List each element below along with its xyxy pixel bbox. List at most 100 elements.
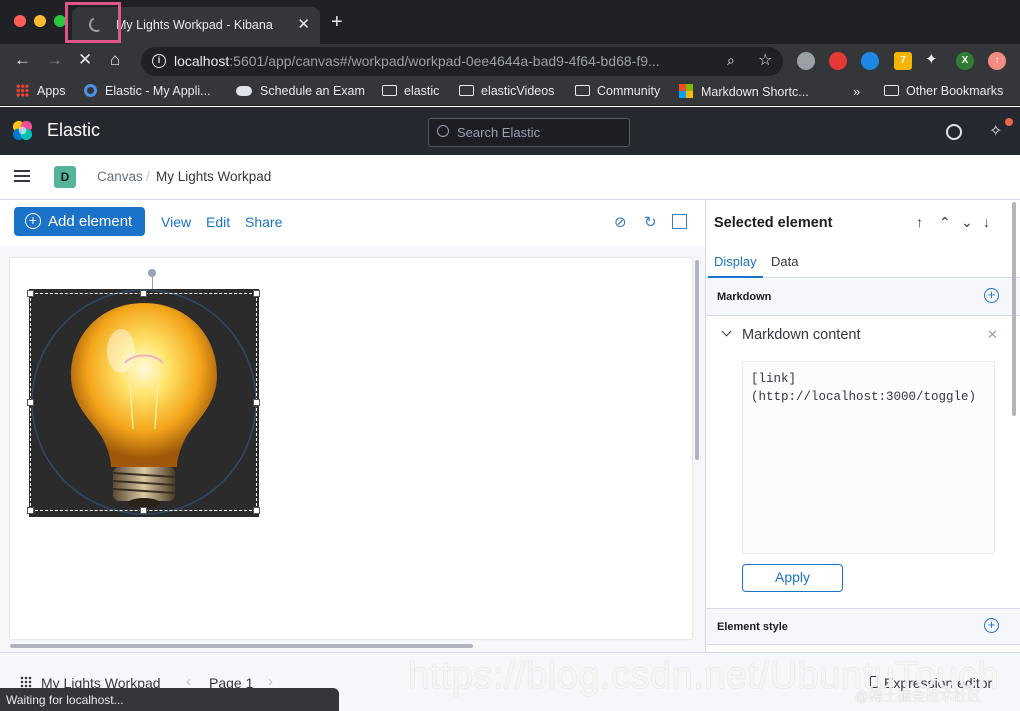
back-icon[interactable]: ← <box>14 50 31 70</box>
new-tab-button[interactable]: + <box>331 12 343 32</box>
close-window-button[interactable] <box>14 15 26 27</box>
breadcrumb-canvas[interactable]: Canvas <box>97 169 143 184</box>
plus-circle-icon: + <box>25 213 41 229</box>
markdown-content-textarea[interactable]: [link] (http://localhost:3000/toggle) <box>742 361 995 554</box>
hide-editing-controls-icon[interactable]: ⊘ <box>614 213 627 231</box>
resize-handle[interactable] <box>253 399 260 406</box>
refresh-icon[interactable]: ↻ <box>644 213 657 231</box>
bookmark-community-folder[interactable]: Community <box>575 84 660 98</box>
markdown-section-header: Markdown + <box>706 279 1020 316</box>
workpad-area <box>0 246 705 652</box>
folder-icon <box>575 85 590 96</box>
kibana-header: Elastic Search Elastic ✧ <box>0 107 1020 155</box>
sidebar-title: Selected element <box>714 215 833 231</box>
add-element-button[interactable]: + Add element <box>14 207 145 236</box>
brand-name[interactable]: Elastic <box>47 120 100 141</box>
element-style-label: Element style <box>717 621 788 633</box>
add-argument-icon[interactable]: + <box>984 288 999 303</box>
tab-display[interactable]: Display <box>708 254 763 278</box>
folder-icon <box>884 85 899 96</box>
breadcrumb-current: My Lights Workpad <box>156 169 272 184</box>
elastic-logo-icon[interactable] <box>11 119 34 142</box>
stop-loading-icon[interactable]: ✕ <box>78 50 92 70</box>
horizontal-scrollbar[interactable] <box>10 644 473 648</box>
send-to-back-icon[interactable]: ↓ <box>983 214 990 230</box>
resize-handle[interactable] <box>253 290 260 297</box>
newsfeed-icon[interactable]: ✧ <box>989 121 1002 141</box>
tab-title: My Lights Workpad - Kibana <box>116 18 273 32</box>
sidebar-tabs: Display Data <box>706 246 1020 278</box>
send-backward-icon[interactable]: ⌄ <box>961 214 973 231</box>
resize-handle[interactable] <box>27 399 34 406</box>
elastic-icon <box>84 84 97 97</box>
resize-handle[interactable] <box>140 507 147 514</box>
tab-data[interactable]: Data <box>771 254 798 269</box>
home-icon[interactable]: ⌂ <box>110 50 120 70</box>
profile-avatar[interactable]: X <box>956 52 974 70</box>
resize-handle[interactable] <box>27 290 34 297</box>
view-menu[interactable]: View <box>161 214 191 230</box>
bookmark-elastic-app[interactable]: Elastic - My Appli... <box>84 84 211 98</box>
breadcrumb-separator: / <box>146 168 150 184</box>
rotation-handle[interactable] <box>148 269 156 277</box>
menu-icon[interactable] <box>14 170 30 182</box>
apps-grid-icon <box>16 84 29 97</box>
bring-to-front-icon[interactable]: ↑ <box>916 214 923 230</box>
space-avatar[interactable]: D <box>54 166 76 188</box>
help-icon[interactable] <box>946 124 962 140</box>
bookmark-other[interactable]: Other Bookmarks <box>884 84 1003 98</box>
markdown-element[interactable] <box>27 289 260 517</box>
bookmark-star-icon[interactable]: ☆ <box>758 50 772 70</box>
workpad-page[interactable] <box>10 258 692 639</box>
chevron-down-icon[interactable] <box>721 326 732 337</box>
extension-record-icon[interactable] <box>797 52 815 70</box>
extension-hand-icon[interactable] <box>829 52 847 70</box>
extensions-puzzle-icon[interactable]: ✦ <box>925 50 938 68</box>
bookmarks-bar: Apps Elastic - My Appli... Schedule an E… <box>0 78 1020 106</box>
address-bar[interactable]: i localhost:5601/app/canvas#/workpad/wor… <box>141 47 783 76</box>
fullscreen-icon[interactable] <box>672 214 687 229</box>
search-icon <box>437 125 449 137</box>
resize-handle[interactable] <box>253 507 260 514</box>
folder-icon <box>382 85 397 96</box>
markdown-content-title: Markdown content <box>742 327 861 343</box>
markdown-section-label: Markdown <box>717 291 772 303</box>
tab-close-icon[interactable]: ✕ <box>297 15 310 33</box>
site-info-icon[interactable]: i <box>152 54 166 68</box>
apply-button[interactable]: Apply <box>742 564 843 592</box>
browser-titlebar: My Lights Workpad - Kibana ✕ + <box>0 0 1020 44</box>
update-icon[interactable]: ↑ <box>988 52 1006 70</box>
bookmark-schedule-exam[interactable]: Schedule an Exam <box>236 84 365 98</box>
add-style-icon[interactable]: + <box>984 618 999 633</box>
bring-forward-icon[interactable]: ⌃ <box>939 214 951 231</box>
url-text[interactable]: localhost:5601/app/canvas#/workpad/workp… <box>174 53 714 69</box>
bookmark-elasticvideos-folder[interactable]: elasticVideos <box>459 84 554 98</box>
forward-icon[interactable]: → <box>46 50 63 70</box>
search-input[interactable]: Search Elastic <box>428 118 630 147</box>
bookmark-apps[interactable]: Apps <box>16 84 66 98</box>
extension-g-icon[interactable] <box>861 52 879 70</box>
breadcrumb-bar: D Canvas / My Lights Workpad <box>0 155 1020 200</box>
resize-handle[interactable] <box>27 507 34 514</box>
extension-badge-icon[interactable]: 7 <box>894 52 912 70</box>
bookmarks-overflow-icon[interactable]: » <box>853 84 860 99</box>
remove-argument-icon[interactable]: ✕ <box>987 327 998 343</box>
bookmark-markdown[interactable]: Markdown Shortc... <box>679 84 809 99</box>
search-placeholder: Search Elastic <box>457 125 541 140</box>
minimize-window-button[interactable] <box>34 15 46 27</box>
zoom-icon[interactable]: ⌕ <box>727 52 735 69</box>
edit-menu[interactable]: Edit <box>206 214 230 230</box>
selected-element-sidebar: Selected element ↑ ⌃ ⌄ ↓ Display Data Ma… <box>705 200 1020 652</box>
watermark-credit: @稀土掘金技术社区 <box>855 688 982 704</box>
page-manager-icon[interactable] <box>20 676 32 688</box>
cloud-icon <box>236 86 252 96</box>
sidebar-scrollbar[interactable] <box>1012 202 1016 416</box>
annotation-highlight-box <box>65 2 121 43</box>
element-style-section-header: Element style + <box>706 608 1020 645</box>
resize-handle[interactable] <box>140 290 147 297</box>
vertical-scrollbar[interactable] <box>695 260 699 460</box>
markdown-content-header[interactable]: Markdown content ✕ <box>706 317 1020 355</box>
bookmark-elastic-folder[interactable]: elastic <box>382 84 439 98</box>
screen: My Lights Workpad - Kibana ✕ + ← → ✕ ⌂ i… <box>0 0 1020 711</box>
share-menu[interactable]: Share <box>245 214 282 230</box>
